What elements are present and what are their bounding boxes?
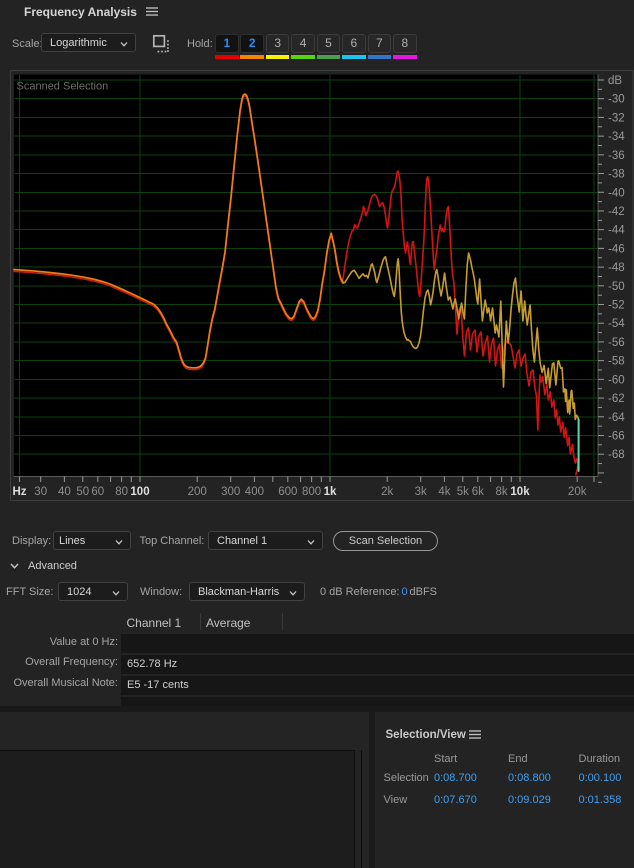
svg-text:-36: -36 (608, 150, 625, 162)
svg-text:100: 100 (130, 486, 149, 498)
svg-text:2k: 2k (381, 486, 393, 498)
svg-text:40: 40 (58, 486, 71, 498)
svg-text:20k: 20k (568, 486, 587, 498)
svg-text:400: 400 (245, 486, 264, 498)
svg-text:1k: 1k (324, 486, 337, 498)
svg-text:6k: 6k (472, 486, 484, 498)
svg-text:Hz: Hz (12, 486, 26, 498)
svg-text:-30: -30 (608, 94, 625, 106)
svg-text:-60: -60 (608, 374, 625, 386)
svg-text:200: 200 (188, 486, 207, 498)
svg-text:800: 800 (302, 486, 321, 498)
svg-text:-68: -68 (608, 449, 625, 461)
svg-text:80: 80 (115, 486, 128, 498)
svg-text:4k: 4k (438, 486, 450, 498)
svg-text:600: 600 (278, 486, 297, 498)
svg-text:-38: -38 (608, 169, 625, 181)
svg-text:50: 50 (76, 486, 89, 498)
svg-text:-40: -40 (608, 187, 625, 199)
svg-text:-58: -58 (608, 356, 625, 368)
svg-text:Scanned Selection: Scanned Selection (17, 81, 109, 93)
svg-text:3k: 3k (415, 486, 427, 498)
svg-text:-54: -54 (608, 318, 625, 330)
svg-text:5k: 5k (457, 486, 469, 498)
svg-text:-64: -64 (608, 412, 625, 424)
svg-text:-46: -46 (608, 243, 625, 255)
svg-text:-34: -34 (608, 131, 625, 143)
svg-text:-48: -48 (608, 262, 625, 274)
svg-text:dB: dB (608, 75, 622, 87)
svg-text:-56: -56 (608, 337, 625, 349)
svg-text:-32: -32 (608, 112, 625, 124)
svg-text:-42: -42 (608, 206, 625, 218)
svg-text:-50: -50 (608, 281, 625, 293)
svg-text:10k: 10k (510, 486, 530, 498)
svg-text:-66: -66 (608, 431, 625, 443)
svg-text:60: 60 (91, 486, 104, 498)
svg-text:-44: -44 (608, 225, 625, 237)
svg-text:-52: -52 (608, 300, 625, 312)
svg-text:30: 30 (34, 486, 47, 498)
svg-text:-62: -62 (608, 393, 625, 405)
svg-text:8k: 8k (496, 486, 508, 498)
svg-text:300: 300 (221, 486, 240, 498)
